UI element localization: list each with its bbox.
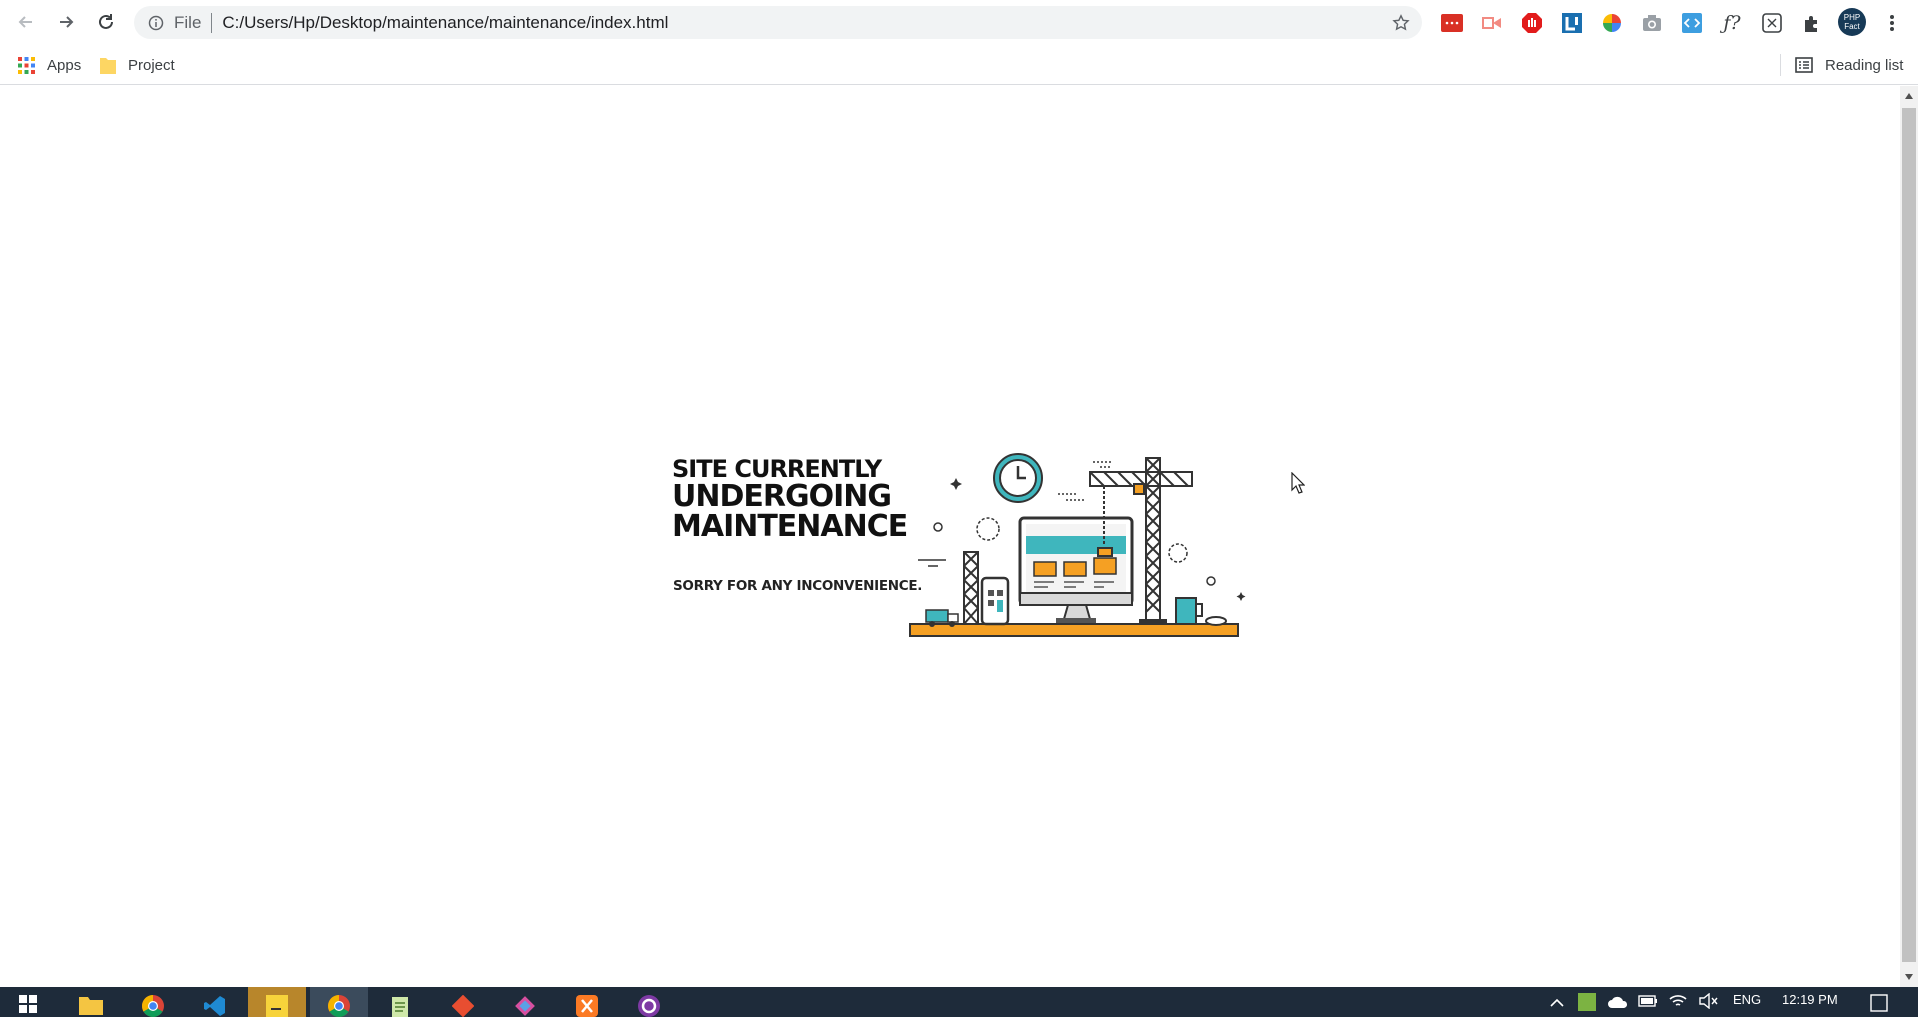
tray-chevron-icon[interactable] [1550,997,1564,1007]
chrome-active-icon [328,995,350,1017]
taskbar-github-desktop[interactable] [620,987,678,1017]
notepad-icon [392,997,408,1017]
info-icon[interactable] [148,15,164,31]
git-icon [452,995,474,1017]
tray-app-icon[interactable] [1578,993,1596,1011]
phone-icon [980,576,1010,626]
adblock-extension-icon[interactable] [1520,11,1544,35]
maintenance-headline: SITE CURRENTLY UNDERGOING MAINTENANCE [672,456,912,542]
browser-toolbar: File C:/Users/Hp/Desktop/maintenance/mai… [0,0,1918,46]
onedrive-icon[interactable] [1608,995,1628,1009]
taskbar-notepad[interactable] [372,987,430,1017]
screencast-extension-icon[interactable] [1480,11,1504,35]
scroll-down-arrow-icon[interactable] [1905,974,1913,980]
taskbar-chrome-active[interactable] [310,987,368,1017]
chrome-icon [142,995,164,1017]
taskbar-xampp[interactable] [558,987,616,1017]
volume-muted-icon[interactable] [1698,993,1718,1009]
taskbar-app[interactable] [496,987,554,1017]
clock-icon [993,453,1043,503]
code-extension-icon[interactable] [1680,11,1704,35]
forward-button[interactable] [46,2,86,42]
folder-icon [100,58,116,74]
url-scheme: File [174,12,202,32]
forward-arrow-icon [60,16,74,28]
address-bar[interactable]: File C:/Users/Hp/Desktop/maintenance/mai… [134,6,1422,39]
headline-line-2: UNDERGOING [672,479,892,514]
bookmark-project[interactable]: Project [100,54,175,76]
reading-list-button[interactable]: Reading list [1795,54,1903,76]
wifi-icon[interactable] [1668,993,1688,1009]
language-indicator[interactable]: ENG [1733,992,1761,1007]
bookmark-star-icon[interactable] [1392,14,1410,32]
back-button[interactable] [6,2,46,42]
bookmark-label: Project [128,56,175,74]
bookmark-apps[interactable]: Apps [18,54,81,76]
app-icon [515,996,535,1016]
windows-start-button[interactable] [0,987,56,1017]
monitor-icon [1018,516,1134,623]
screen: File C:/Users/Hp/Desktop/maintenance/mai… [0,0,1918,1017]
notification-icon[interactable] [1870,994,1888,1012]
scaffold-tower [963,551,979,625]
color-picker-icon[interactable] [1600,11,1624,35]
fx-extension-icon[interactable]: ƒ? [1720,11,1744,35]
profile-avatar-icon[interactable]: PHP Fact [1838,8,1866,36]
floor-bar [909,623,1239,637]
taskbar-sticky-notes[interactable] [248,987,306,1017]
page-scrollbar[interactable] [1900,86,1918,987]
windows-taskbar: ENG 12:19 PM [0,987,1918,1017]
reload-button[interactable] [86,2,126,42]
taskbar-file-explorer[interactable] [62,987,120,1017]
bookmark-label: Apps [47,56,82,74]
mouse-cursor-icon [1291,472,1305,494]
scrollbar-thumb[interactable] [1902,108,1916,962]
mug-icon [1175,597,1203,625]
reading-list-icon [1795,57,1813,73]
apology-text: SORRY FOR ANY INCONVENIENCE. [673,578,923,594]
url-text[interactable]: C:/Users/Hp/Desktop/maintenance/maintena… [222,13,668,33]
taskbar-vscode[interactable] [186,987,244,1017]
reload-icon [99,14,113,29]
sticky-notes-icon [266,995,288,1017]
screenshot-icon[interactable] [1640,11,1664,35]
lingq-extension-icon[interactable] [1560,11,1584,35]
menu-kebab-icon[interactable] [1880,11,1904,35]
avatar-text: PHP Fact [1843,13,1861,31]
taskbar-chrome[interactable] [124,987,182,1017]
windows-start-icon [19,995,37,1013]
battery-icon[interactable] [1638,995,1658,1007]
bookmarks-bar: Apps Project Reading list [0,46,1918,85]
taskbar-git[interactable] [434,987,492,1017]
xampp-icon [576,995,598,1017]
vscode-icon [204,996,225,1016]
mouse-icon [1205,616,1227,626]
clock-time[interactable]: 12:19 PM [1782,992,1838,1007]
reading-list-label: Reading list [1825,56,1904,74]
url-separator [211,12,213,33]
puzzle-icon[interactable] [1800,11,1824,35]
scroll-up-arrow-icon[interactable] [1905,93,1913,99]
headline-line-3: MAINTENANCE [672,509,908,544]
github-desktop-icon [638,995,660,1017]
back-arrow-icon [18,16,32,28]
file-explorer-icon [79,997,103,1015]
pdf-extension-icon[interactable] [1440,11,1464,35]
apps-grid-icon [18,56,35,74]
grid-extension-icon[interactable] [1760,11,1784,35]
bookmarks-divider [1780,54,1781,76]
maintenance-illustration [909,453,1246,637]
